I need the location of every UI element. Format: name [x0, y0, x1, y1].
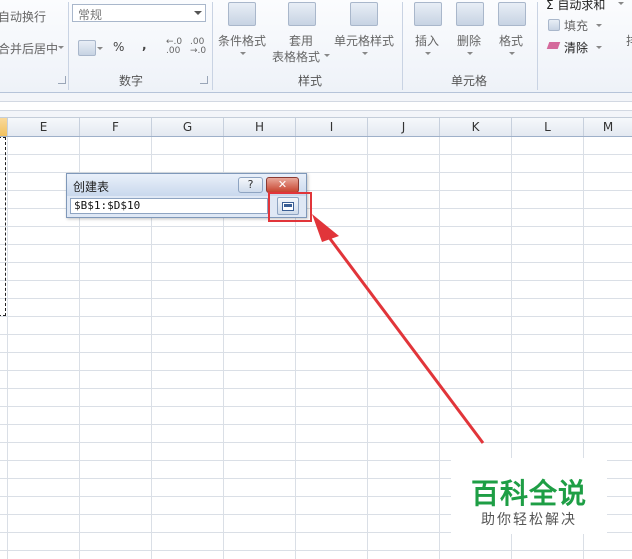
watermark-subtitle: 助你轻松解决	[481, 512, 577, 528]
annotation-arrow-shaft	[326, 235, 485, 444]
watermark-title: 百科全说	[470, 477, 587, 510]
watermark: 百科全说 助你轻松解决	[451, 458, 607, 534]
annotation-arrow-head	[312, 214, 339, 242]
